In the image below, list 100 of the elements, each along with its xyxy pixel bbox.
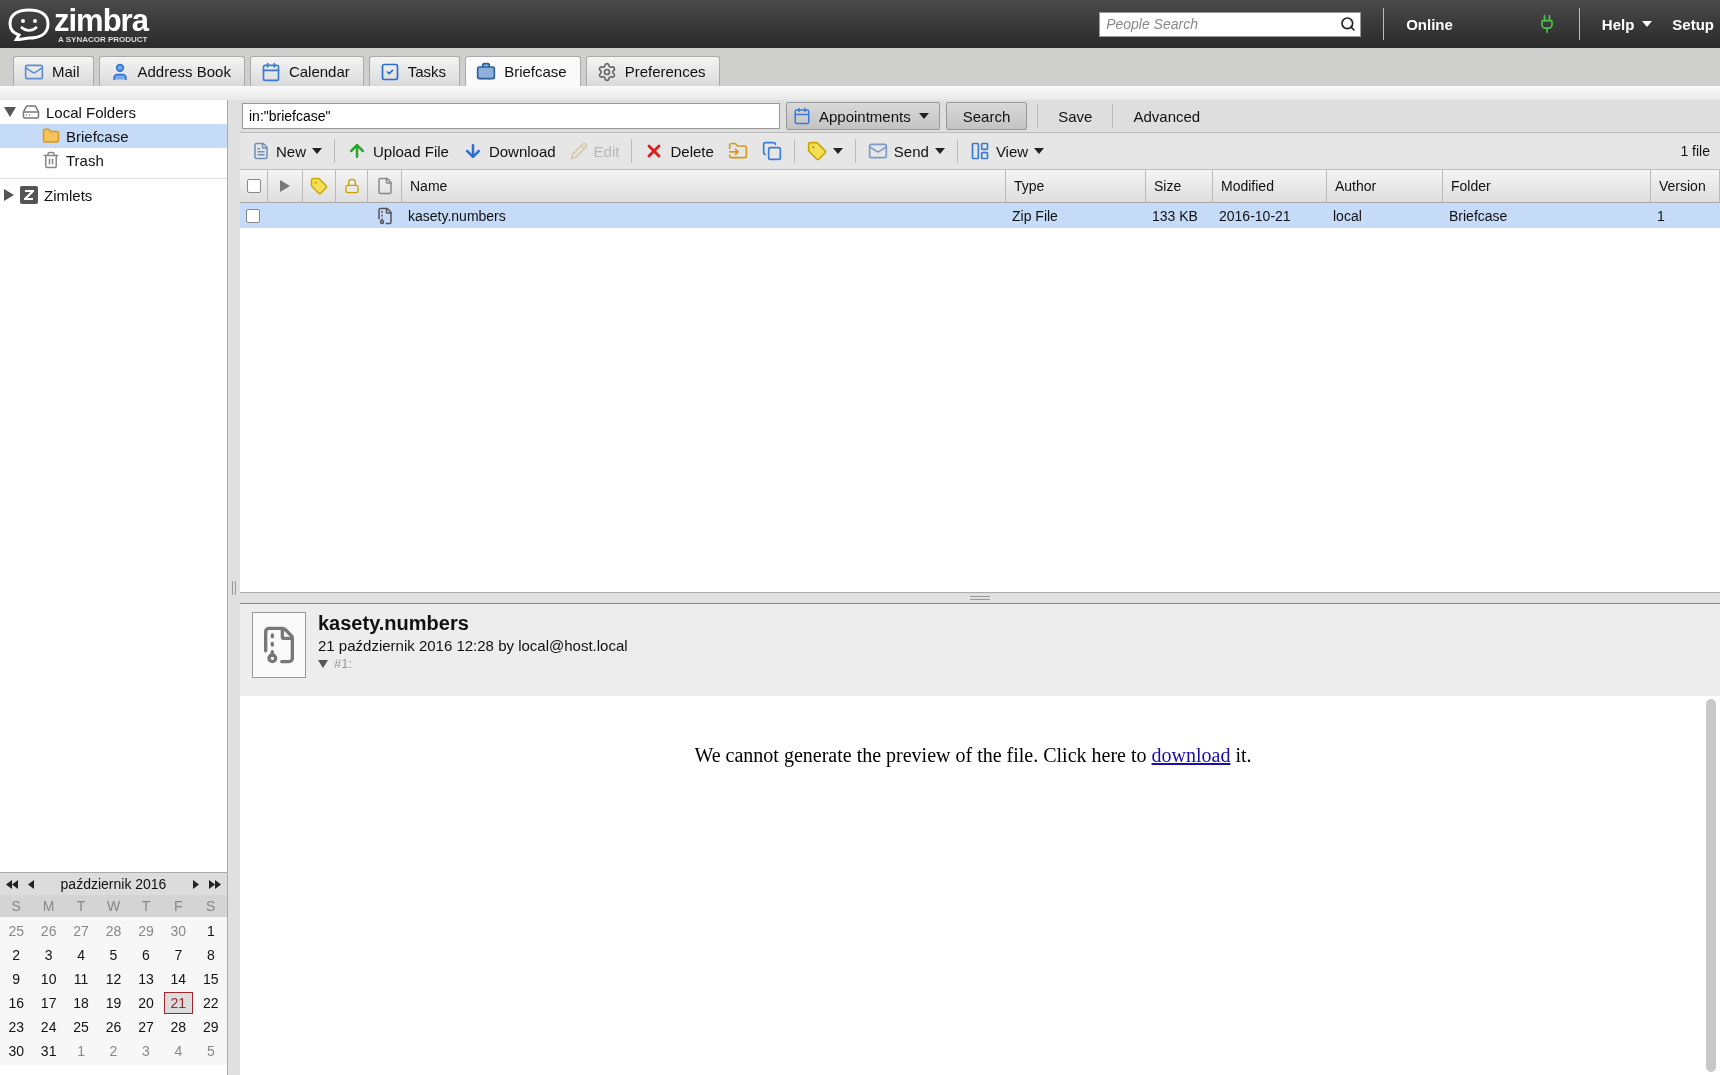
column-header[interactable]: Modified xyxy=(1213,170,1327,202)
upload-button[interactable]: Upload File xyxy=(341,137,455,165)
calendar-day[interactable]: 23 xyxy=(2,1016,31,1038)
pencil-icon xyxy=(569,142,588,160)
weekday-label: S xyxy=(10,897,22,916)
column-header[interactable]: Size xyxy=(1146,170,1213,202)
view-button[interactable]: View xyxy=(963,137,1051,165)
splitter-handle[interactable] xyxy=(232,580,236,595)
calendar-day[interactable]: 15 xyxy=(196,968,225,990)
help-menu[interactable]: Help xyxy=(1601,15,1653,33)
delete-button[interactable]: Delete xyxy=(638,137,720,165)
calendar-day[interactable]: 19 xyxy=(99,992,128,1014)
zimlet-icon xyxy=(20,186,38,204)
next-month-icon[interactable] xyxy=(193,879,199,889)
calendar-day[interactable]: 24 xyxy=(34,1016,63,1038)
previous-year-icon[interactable] xyxy=(6,879,18,889)
save-button[interactable]: Save xyxy=(1048,102,1103,130)
calendar-day[interactable]: 2 xyxy=(2,944,31,966)
column-header[interactable]: Type xyxy=(1006,170,1146,202)
calendar-day[interactable]: 12 xyxy=(99,968,128,990)
app-tab[interactable]: Calendar xyxy=(249,56,364,86)
select-all-checkbox[interactable] xyxy=(246,179,261,193)
column-header[interactable]: Author xyxy=(1327,170,1443,202)
drive-icon xyxy=(22,103,40,121)
column-header[interactable]: Folder xyxy=(1443,170,1651,202)
calendar-day[interactable]: 25 xyxy=(66,1016,96,1038)
calendar-day[interactable]: 30 xyxy=(2,1040,31,1062)
download-link[interactable]: download xyxy=(1151,744,1231,766)
calendar-day[interactable]: 21 xyxy=(164,992,193,1014)
calendar-icon xyxy=(793,107,811,125)
status-text: Online xyxy=(1406,15,1453,33)
calendar-day[interactable]: 27 xyxy=(131,1016,161,1038)
folder-tree-item[interactable]: Briefcase xyxy=(0,124,227,148)
next-year-icon[interactable] xyxy=(209,879,221,889)
calendar-day[interactable]: 11 xyxy=(66,968,96,990)
previous-month-icon[interactable] xyxy=(28,879,34,889)
calendar-day[interactable]: 13 xyxy=(131,968,161,990)
weekday-label: S xyxy=(205,897,217,916)
zip-file-icon xyxy=(376,206,394,225)
search-query-field[interactable]: in:"briefcase" xyxy=(242,103,780,129)
send-button[interactable]: Send xyxy=(861,137,951,165)
calendar-day[interactable]: 22 xyxy=(196,992,225,1014)
weekday-label: T xyxy=(75,897,87,916)
gear-icon xyxy=(596,61,617,82)
app-tab[interactable]: Briefcase xyxy=(465,56,581,86)
calendar-day[interactable]: 9 xyxy=(2,968,31,990)
calendar-day[interactable]: 17 xyxy=(34,992,63,1014)
app-tab[interactable]: Tasks xyxy=(368,56,461,86)
file-row[interactable]: kasety.numbers Zip File 133 KB 2016-10-21 local Briefcase 1 xyxy=(240,203,1720,228)
table-cell-text: 133 KB xyxy=(1151,206,1199,226)
search-button[interactable]: Search xyxy=(945,102,1028,130)
weekday-label: W xyxy=(105,897,122,916)
logo-tagline: A SYNACOR PRODUCT xyxy=(58,35,148,44)
app-tab[interactable]: Mail xyxy=(13,56,94,86)
row-checkbox[interactable] xyxy=(246,208,260,223)
folder-tree-item[interactable]: Trash xyxy=(0,148,227,172)
calendar-day[interactable]: 1 xyxy=(196,920,225,942)
column-header[interactable]: Version xyxy=(1651,170,1720,202)
calendar-day[interactable]: 31 xyxy=(34,1040,63,1062)
app-tab[interactable]: Address Book xyxy=(98,56,245,86)
tag-icon xyxy=(310,177,328,195)
folder-arrow-icon xyxy=(727,141,748,161)
download-button[interactable]: Download xyxy=(456,137,562,165)
new-button[interactable]: New xyxy=(246,137,328,165)
calendar-day[interactable]: 20 xyxy=(131,992,161,1014)
splitter-handle[interactable] xyxy=(970,596,990,600)
calendar-day[interactable]: 14 xyxy=(164,968,193,990)
calendar-day[interactable]: 4 xyxy=(66,944,96,966)
collapse-icon[interactable] xyxy=(318,658,328,669)
calendar-day[interactable]: 18 xyxy=(66,992,96,1014)
calendar-day[interactable]: 8 xyxy=(196,944,225,966)
calendar-day[interactable]: 29 xyxy=(196,1016,225,1038)
scrollbar[interactable] xyxy=(1706,699,1716,1072)
calendar-day[interactable]: 10 xyxy=(34,968,63,990)
calendar-day[interactable]: 16 xyxy=(2,992,31,1014)
weekday-label: T xyxy=(140,897,152,916)
column-header[interactable]: Name xyxy=(402,170,1006,202)
calendar-day[interactable]: 26 xyxy=(99,1016,128,1038)
search-type-dropdown[interactable]: Appointments xyxy=(786,102,940,130)
zimlets-tree-item[interactable]: Zimlets xyxy=(0,183,227,207)
calendar-day[interactable]: 6 xyxy=(131,944,161,966)
briefcase-icon xyxy=(476,61,497,82)
table-cell-text: Zip File xyxy=(1011,206,1059,226)
calendar-day[interactable]: 7 xyxy=(164,944,193,966)
search-icon[interactable] xyxy=(1340,15,1357,32)
tag-icon xyxy=(806,141,827,161)
advanced-link[interactable]: Advanced xyxy=(1123,102,1211,130)
app-tab[interactable]: Preferences xyxy=(585,56,720,86)
preview-message: We cannot generate the preview of the file. Click here to download it. xyxy=(693,744,1253,767)
calendar-day[interactable]: 28 xyxy=(164,1016,193,1038)
table-cell-text: 1 xyxy=(1656,206,1666,226)
setup-link[interactable]: Setup xyxy=(1672,15,1714,33)
calendar-day[interactable]: 3 xyxy=(34,944,63,966)
lock-icon xyxy=(343,178,360,194)
weekday-label: M xyxy=(41,897,56,916)
calendar-day[interactable]: 5 xyxy=(99,944,128,966)
document-icon xyxy=(375,177,394,195)
preview-title: kasety.numbers xyxy=(318,612,470,635)
preview-meta: 21 październik 2016 12:28 by local@host.local xyxy=(318,637,628,654)
people-search-field[interactable]: People Search xyxy=(1099,11,1362,37)
